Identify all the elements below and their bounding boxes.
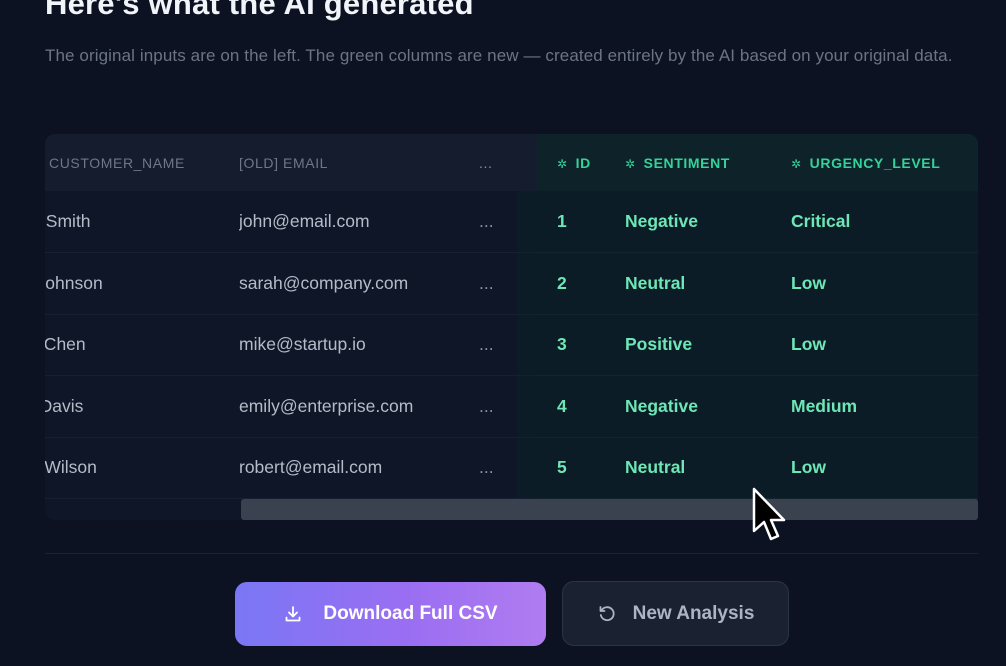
cell-customer-name: Emily Davis bbox=[45, 375, 239, 438]
cell-more: ... bbox=[479, 375, 537, 438]
column-header-id[interactable]: ✲ ID bbox=[537, 134, 625, 191]
table-row: John Smith john@email.com ... 1 Negative… bbox=[45, 191, 978, 253]
new-analysis-button-label: New Analysis bbox=[632, 602, 755, 624]
cell-email: robert@email.com bbox=[239, 437, 479, 499]
cell-urgency-level: Medium bbox=[791, 375, 978, 438]
column-header-urgency-level[interactable]: ✲ URGENCY_LEVEL bbox=[791, 134, 978, 191]
cell-email: john@email.com bbox=[239, 191, 479, 253]
cell-id: 2 bbox=[537, 252, 625, 315]
cell-email: mike@startup.io bbox=[239, 314, 479, 376]
table-row: Mike Chen mike@startup.io ... 3 Positive… bbox=[45, 314, 978, 376]
column-header-sentiment[interactable]: ✲ SENTIMENT bbox=[625, 134, 791, 191]
cell-urgency-level: Low bbox=[791, 437, 978, 499]
cell-more: ... bbox=[479, 314, 537, 376]
cell-customer-name: Sarah Johnson bbox=[45, 252, 239, 315]
cell-id: 1 bbox=[537, 191, 625, 253]
column-header-old-email[interactable]: [OLD] EMAIL bbox=[239, 134, 479, 191]
mouse-pointer-icon bbox=[752, 487, 786, 541]
download-full-csv-button[interactable]: Download Full CSV bbox=[235, 582, 546, 646]
cell-more: ... bbox=[479, 252, 537, 315]
sparkle-icon: ✲ bbox=[557, 156, 568, 171]
cell-sentiment: Negative bbox=[625, 191, 791, 253]
results-table: CUSTOMER_NAME [OLD] EMAIL ... ✲ ID ✲ SENTI… bbox=[45, 134, 978, 499]
column-header-customer-name[interactable]: CUSTOMER_NAME bbox=[45, 134, 239, 191]
cell-customer-name: John Smith bbox=[45, 191, 239, 253]
cell-sentiment: Negative bbox=[625, 375, 791, 438]
cell-id: 4 bbox=[537, 375, 625, 438]
sparkle-icon: ✲ bbox=[625, 156, 636, 171]
column-header-id-label: ID bbox=[575, 154, 591, 171]
page-title: Here's what the AI generated bbox=[45, 0, 474, 21]
table-header-row: CUSTOMER_NAME [OLD] EMAIL ... ✲ ID ✲ SENTI… bbox=[45, 134, 978, 191]
cell-more: ... bbox=[479, 437, 537, 499]
new-analysis-button[interactable]: New Analysis bbox=[562, 581, 789, 646]
horizontal-scrollbar[interactable] bbox=[241, 499, 978, 520]
column-header-sentiment-label: SENTIMENT bbox=[643, 154, 730, 171]
cell-urgency-level: Low bbox=[791, 314, 978, 376]
results-table-scroll: CUSTOMER_NAME [OLD] EMAIL ... ✲ ID ✲ SENTI… bbox=[45, 134, 978, 499]
page: Here's what the AI generated The origina… bbox=[0, 0, 1006, 666]
cell-sentiment: Neutral bbox=[625, 252, 791, 315]
cell-id: 5 bbox=[537, 437, 625, 499]
cell-email: sarah@company.com bbox=[239, 252, 479, 315]
results-table-container[interactable]: CUSTOMER_NAME [OLD] EMAIL ... ✲ ID ✲ SENTI… bbox=[45, 134, 978, 520]
cell-id: 3 bbox=[537, 314, 625, 376]
cell-sentiment: Positive bbox=[625, 314, 791, 376]
section-divider bbox=[45, 553, 978, 554]
column-header-urgency-level-label: URGENCY_LEVEL bbox=[809, 154, 941, 171]
cell-customer-name: Mike Chen bbox=[45, 314, 239, 376]
cell-urgency-level: Low bbox=[791, 252, 978, 315]
cell-urgency-level: Critical bbox=[791, 191, 978, 253]
refresh-icon bbox=[597, 604, 617, 624]
download-icon bbox=[283, 604, 303, 624]
cell-email: emily@enterprise.com bbox=[239, 375, 479, 438]
table-row: Emily Davis emily@enterprise.com ... 4 N… bbox=[45, 375, 978, 438]
table-row: Sarah Johnson sarah@company.com ... 2 Ne… bbox=[45, 252, 978, 315]
sparkle-icon: ✲ bbox=[791, 156, 802, 171]
table-row: Robert Wilson robert@email.com ... 5 Neu… bbox=[45, 437, 978, 499]
column-header-more[interactable]: ... bbox=[479, 134, 537, 191]
cell-more: ... bbox=[479, 191, 537, 253]
download-button-label: Download Full CSV bbox=[323, 603, 498, 624]
cell-customer-name: Robert Wilson bbox=[45, 437, 239, 499]
page-subtitle: The original inputs are on the left. The… bbox=[45, 46, 953, 65]
